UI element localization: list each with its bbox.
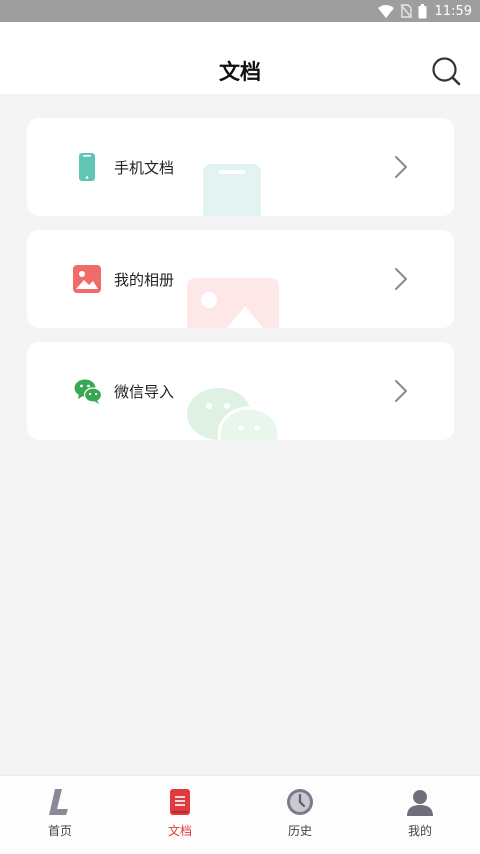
wifi-icon — [377, 4, 394, 18]
card-label: 手机文档 — [114, 159, 175, 177]
wechat-watermark-icon — [187, 388, 281, 440]
home-logo-icon — [49, 789, 68, 815]
nav-item-history[interactable]: 历史 — [240, 776, 360, 854]
nav-item-home[interactable]: 首页 — [0, 776, 120, 854]
no-sim-icon — [399, 4, 412, 18]
nav-label: 我的 — [407, 824, 432, 838]
card-label: 我的相册 — [114, 271, 175, 289]
document-icon — [170, 789, 190, 815]
photo-watermark-icon — [187, 278, 279, 328]
card-wechat-import[interactable]: 微信导入 — [27, 342, 454, 440]
nav-item-profile[interactable]: 我的 — [360, 776, 480, 854]
nav-item-documents[interactable]: 文档 — [120, 776, 240, 854]
page-title: 文档 — [219, 60, 261, 84]
card-phone-documents[interactable]: 手机文档 — [27, 118, 454, 216]
battery-icon — [418, 3, 427, 18]
nav-label: 文档 — [167, 824, 192, 838]
search-icon — [432, 57, 461, 86]
card-label: 微信导入 — [114, 383, 175, 401]
status-time: 11:59 — [434, 3, 472, 19]
nav-label: 历史 — [287, 824, 312, 838]
status-bar: 11:59 — [0, 0, 480, 22]
chevron-right-icon — [395, 380, 407, 402]
chevron-right-icon — [395, 156, 407, 178]
card-photo-album[interactable]: 我的相册 — [27, 230, 454, 328]
photo-album-icon — [73, 265, 101, 293]
search-button[interactable] — [430, 55, 462, 87]
phone-icon — [79, 153, 95, 181]
phone-watermark-icon — [203, 164, 261, 216]
bottom-nav: 首页 文档 历史 我的 — [0, 775, 480, 854]
chevron-right-icon — [395, 268, 407, 290]
wechat-icon — [74, 379, 103, 404]
nav-label: 首页 — [47, 824, 72, 838]
app-header: 文档 — [0, 22, 480, 94]
person-icon — [407, 790, 433, 816]
clock-icon — [287, 789, 313, 815]
